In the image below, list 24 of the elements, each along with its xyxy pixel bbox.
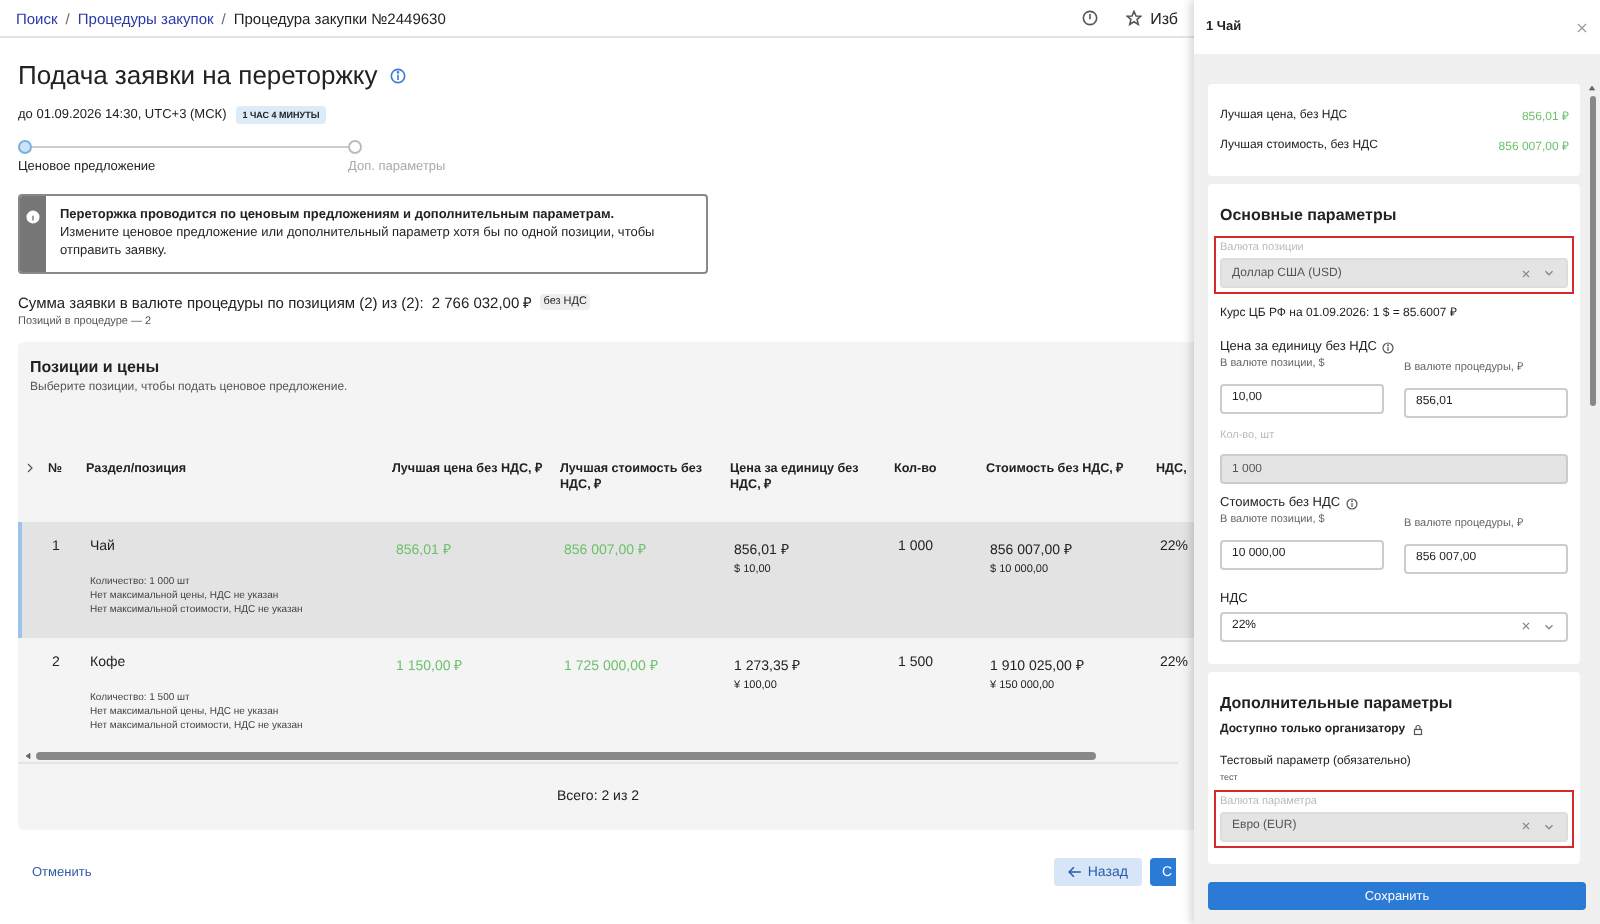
info-icon — [1346, 497, 1359, 509]
info-icon — [1382, 341, 1395, 353]
section-title: Основные параметры — [1220, 206, 1399, 224]
arrow-left-icon — [1067, 866, 1082, 878]
section-title: Дополнительные параметры — [1220, 693, 1455, 711]
scrollbar[interactable] — [36, 752, 1096, 760]
lock-icon — [1411, 723, 1424, 735]
page-title: Подача заявки на переторжку — [18, 60, 378, 90]
close-icon — [1576, 21, 1588, 33]
info-icon — [389, 67, 406, 83]
chevron-right-icon — [24, 462, 36, 474]
scroll-up-icon — [1588, 84, 1596, 92]
section-title: Позиции и цены — [30, 358, 162, 376]
star-icon — [1126, 10, 1143, 26]
favorite-link[interactable]: Изб — [1150, 9, 1178, 27]
clear-icon — [1520, 267, 1532, 279]
info-icon — [26, 210, 40, 224]
chevron-down-icon — [1542, 819, 1556, 833]
scrollbar[interactable] — [1589, 96, 1595, 406]
chevron-down-icon — [1542, 266, 1556, 280]
chevron-down-icon — [1542, 619, 1556, 633]
help-icon — [1082, 10, 1099, 26]
clear-icon — [1520, 620, 1532, 632]
clear-icon — [1520, 820, 1532, 832]
